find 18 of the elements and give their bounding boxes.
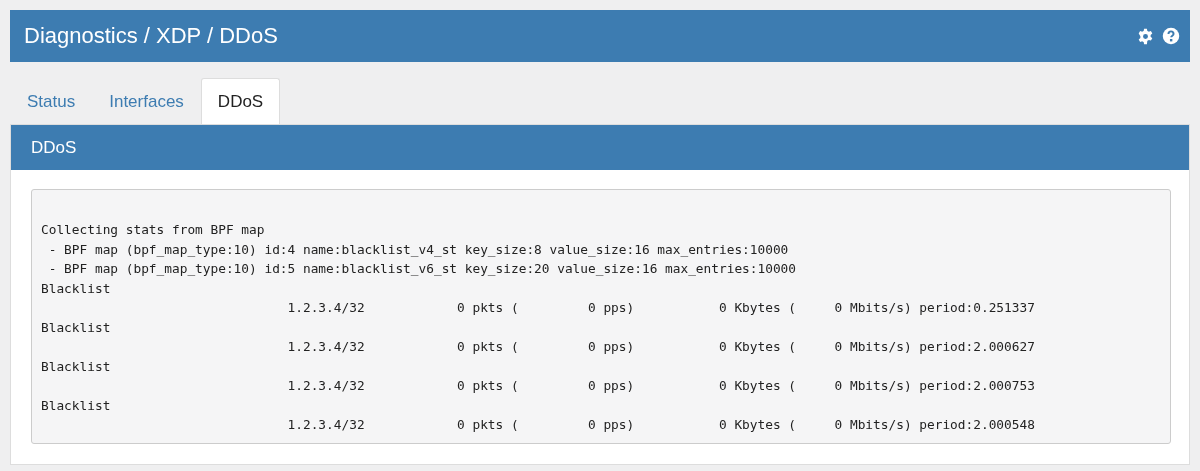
output-line: 1.2.3.4/32 0 pkts ( 0 pps) 0 Kbytes ( 0 Mbits/s) period:2.000627 xyxy=(286,338,1035,356)
output-line: 1.2.3.4/32 0 pkts ( 0 pps) 0 Kbytes ( 0 Mbits/s) period:2.000548 xyxy=(286,416,1035,434)
help-icon[interactable] xyxy=(1162,27,1180,45)
output-line: Collecting stats from BPF map xyxy=(41,221,265,239)
tab[interactable]: DDoS xyxy=(200,78,281,124)
output-line: Blacklist xyxy=(41,279,111,298)
settings-icon[interactable] xyxy=(1137,27,1154,45)
panel-heading: DDoS xyxy=(11,125,1189,170)
output-line: Blacklist xyxy=(41,318,111,337)
tab[interactable]: Interfaces xyxy=(92,78,201,124)
output-line: - BPF map (bpf_map_type:10) id:5 name:blacklist_v6_st key_size:20 value_size:16 max_entries:10000 xyxy=(47,260,797,278)
output-line: 1.2.3.4/32 0 pkts ( 0 pps) 0 Kbytes ( 0 Mbits/s) period:2.000753 xyxy=(286,377,1035,395)
output-line: - BPF map (bpf_map_type:10) id:4 name:blacklist_v4_st key_size:8 value_size:16 max_entries:10000 xyxy=(47,240,789,259)
output-line: 1.2.3.4/32 0 pkts ( 0 pps) 0 Kbytes ( 0 Mbits/s) period:0.251337 xyxy=(286,299,1035,317)
page-title: Diagnostics / XDP / DDoS xyxy=(24,23,278,49)
output-line: Blacklist xyxy=(41,396,111,415)
output-line: Blacklist xyxy=(41,357,111,376)
tab[interactable]: Status xyxy=(10,78,93,124)
